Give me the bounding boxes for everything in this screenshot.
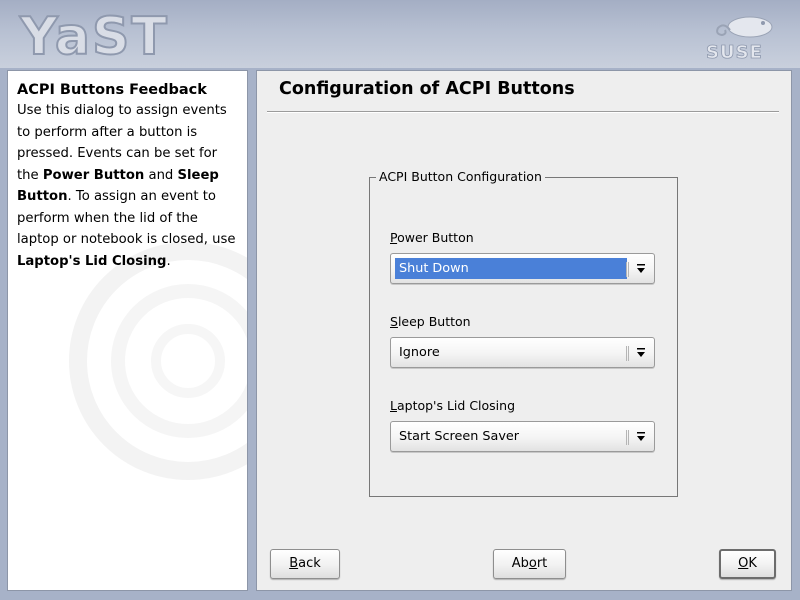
abort-label-pre: Ab [511, 556, 529, 571]
yast-logo-text: YaST [19, 8, 169, 64]
help-background-swirl [69, 242, 247, 480]
help-panel: ACPI Buttons Feedback Use this dialog to… [7, 70, 248, 591]
help-title: ACPI Buttons Feedback [17, 82, 207, 98]
suse-logo-text: SUSE [706, 42, 763, 62]
lid-closing-label: Laptop's Lid Closing [390, 398, 515, 413]
abort-label-post: rt [536, 556, 548, 571]
combo-grip [626, 262, 629, 277]
ok-button[interactable]: OK [719, 549, 776, 579]
page-title: Configuration of ACPI Buttons [279, 79, 575, 99]
abort-button[interactable]: Abort [493, 549, 566, 579]
header-bar: YaST SUSE [0, 0, 800, 68]
down-arrow-icon[interactable] [635, 346, 647, 360]
lid-closing-mnemonic: L [390, 398, 397, 413]
lid-closing-label-rest: aptop's Lid Closing [396, 398, 516, 413]
power-button-value: Shut Down [399, 261, 469, 276]
group-legend: ACPI Button Configuration [376, 169, 545, 184]
help-lid-closing: Laptop's Lid Closing [17, 253, 167, 269]
lid-closing-combo[interactable]: Start Screen Saver [390, 421, 655, 452]
suse-logo-icon: SUSE [706, 16, 773, 62]
help-power-button: Power Button [42, 167, 145, 183]
ok-label-rest: K [748, 556, 757, 571]
power-button-label: Power Button [390, 230, 474, 245]
sleep-button-mnemonic: S [390, 314, 398, 329]
sleep-button-label: Sleep Button [390, 314, 471, 329]
main-panel: Configuration of ACPI Buttons ACPI Butto… [256, 70, 792, 591]
help-text-and: and [144, 167, 178, 183]
combo-grip [626, 346, 629, 361]
sleep-button-label-rest: leep Button [397, 314, 471, 329]
down-arrow-icon[interactable] [635, 262, 647, 276]
help-text: ACPI Buttons Feedback Use this dialog to… [8, 71, 247, 272]
abort-mnemonic: o [528, 556, 537, 571]
back-button[interactable]: Back [270, 549, 340, 579]
sleep-button-combo[interactable]: Ignore [390, 337, 655, 368]
power-button-combo[interactable]: Shut Down [390, 253, 655, 284]
back-mnemonic: B [289, 556, 299, 571]
back-label-rest: ack [298, 556, 321, 571]
power-button-label-rest: ower Button [397, 230, 474, 245]
yast-logo: YaST [18, 8, 169, 64]
down-arrow-icon[interactable] [635, 430, 647, 444]
lid-closing-value: Start Screen Saver [399, 429, 520, 444]
title-divider [267, 111, 779, 113]
ok-mnemonic: O [738, 556, 749, 571]
acpi-button-config-group: ACPI Button Configuration Power Button S… [369, 169, 678, 497]
sleep-button-value: Ignore [399, 345, 440, 360]
combo-grip [626, 430, 629, 445]
help-text-end: . [166, 253, 171, 269]
